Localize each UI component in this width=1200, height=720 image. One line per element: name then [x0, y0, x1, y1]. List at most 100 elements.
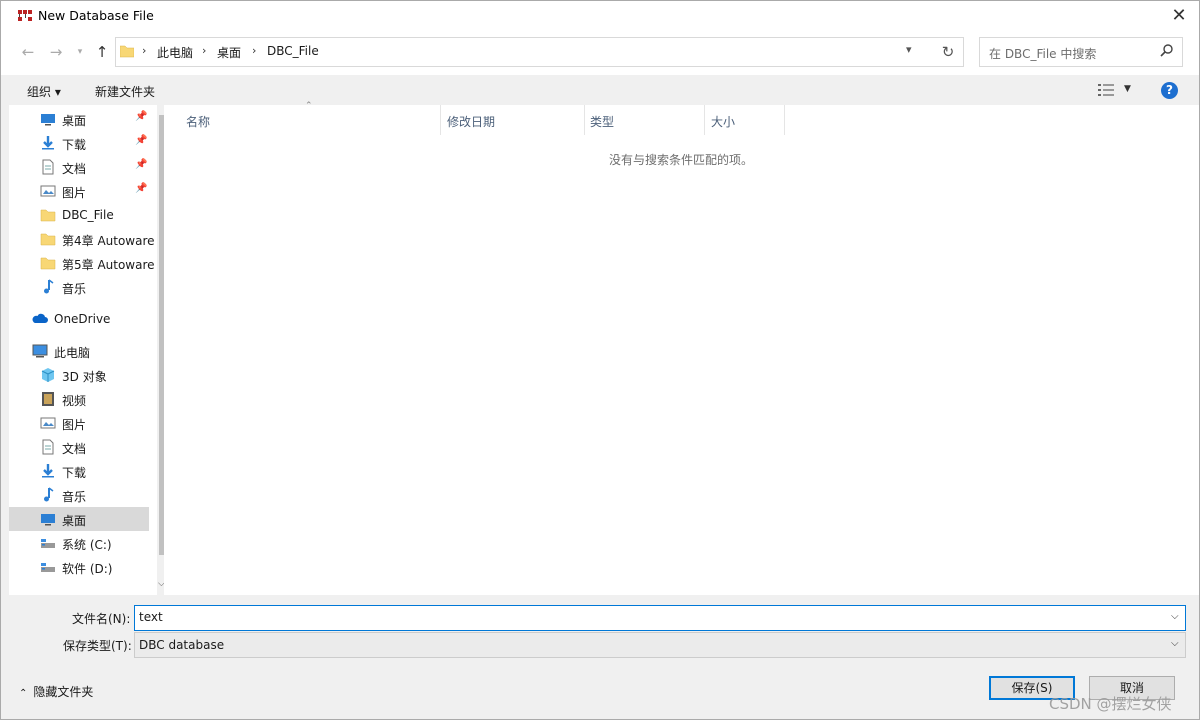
column-divider[interactable] [440, 105, 441, 135]
cube-icon [41, 368, 55, 382]
file-list-pane: ⌃ 名称 修改日期 类型 大小 没有与搜索条件匹配的项。 [164, 101, 1199, 595]
chevron-down-icon[interactable]: ⌵ [1171, 638, 1179, 649]
sidebar-item[interactable]: 此电脑 [9, 339, 149, 363]
up-arrow-icon[interactable]: ↑ [91, 41, 113, 63]
desktop-icon [41, 114, 55, 126]
window-title: New Database File [38, 8, 154, 23]
sidebar-item[interactable]: OneDrive [9, 307, 149, 331]
picture-icon [40, 185, 56, 197]
sidebar-item[interactable]: 下载 📌 [9, 131, 149, 155]
filename-value[interactable]: text [139, 610, 163, 624]
save-dialog-window: New Database File ✕ ← → ▾ ↑ › 此电脑 › 桌面 ›… [0, 0, 1200, 720]
sidebar-item[interactable]: 3D 对象 [9, 363, 149, 387]
sidebar-item[interactable]: 桌面 [9, 507, 149, 531]
sidebar-item[interactable]: DBC_File [9, 203, 149, 227]
sidebar-item-label: 桌面 [62, 114, 87, 128]
sidebar-item-label: 第5章 Autoware [62, 258, 155, 272]
sidebar-item[interactable]: 系统 (C:) [9, 531, 149, 555]
sidebar-item[interactable]: 图片 📌 [9, 179, 149, 203]
filetype-select[interactable]: DBC database ⌵ [134, 632, 1186, 658]
empty-state-message: 没有与搜索条件匹配的项。 [609, 153, 754, 167]
sidebar-item[interactable]: 文档 📌 [9, 155, 149, 179]
chevron-down-icon[interactable]: ⌵ [1171, 611, 1179, 622]
hide-folders-label: 隐藏文件夹 [33, 685, 94, 699]
computer-icon [32, 344, 48, 358]
sidebar-item[interactable]: 图片 [9, 411, 149, 435]
help-icon[interactable]: ? [1161, 82, 1178, 99]
sidebar-item[interactable]: 视频 [9, 387, 149, 411]
search-input[interactable]: 在 DBC_File 中搜索 [979, 37, 1183, 67]
view-options-icon[interactable] [1098, 83, 1116, 97]
breadcrumb-dbc-file[interactable]: DBC_File [267, 44, 319, 58]
column-divider[interactable] [784, 105, 785, 135]
sidebar-item[interactable]: 软件 (D:) [9, 555, 149, 579]
folder-icon [120, 45, 134, 58]
folder-icon [40, 209, 56, 222]
download-icon [42, 464, 54, 478]
sidebar-item-label: OneDrive [54, 312, 111, 326]
filetype-value: DBC database [139, 638, 225, 652]
sidebar-item-label: 此电脑 [54, 346, 91, 360]
sidebar-item-label: 下载 [62, 466, 87, 480]
sidebar-item-label: 下载 [62, 138, 87, 152]
sidebar-item[interactable]: 桌面 📌 [9, 107, 149, 131]
sort-ascending-icon: ⌃ [305, 101, 313, 111]
recent-locations-chevron-icon[interactable]: ▾ [69, 41, 91, 63]
document-icon [42, 159, 54, 175]
command-toolbar: 组织 ▾ 新建文件夹 ▼ ? [1, 75, 1199, 105]
music-icon [44, 279, 54, 294]
drive-icon [41, 539, 55, 548]
chevron-down-icon[interactable]: ▼ [1124, 84, 1131, 94]
search-icon[interactable] [1160, 43, 1174, 59]
chevron-up-icon: ⌃ [19, 688, 28, 699]
column-divider[interactable] [704, 105, 705, 135]
close-button[interactable]: ✕ [1159, 1, 1199, 31]
picture-icon [40, 417, 56, 429]
drive-icon [41, 563, 55, 572]
pin-icon: 📌 [135, 159, 148, 170]
refresh-icon[interactable]: ↻ [933, 37, 964, 67]
folder-icon [40, 257, 56, 270]
filename-input[interactable]: text ⌵ [134, 605, 1186, 631]
sidebar-item[interactable]: 下载 [9, 459, 149, 483]
sidebar-item[interactable]: 第5章 Autoware [9, 251, 155, 275]
column-header-type[interactable]: 类型 [590, 113, 614, 135]
sidebar-item-label: 文档 [62, 442, 87, 456]
new-folder-button[interactable]: 新建文件夹 [95, 83, 155, 100]
sidebar-item-label: 软件 (D:) [62, 562, 113, 576]
navigation-bar: ← → ▾ ↑ › 此电脑 › 桌面 › DBC_File ▾ ↻ 在 DBC_… [1, 31, 1199, 75]
pin-icon: 📌 [135, 135, 148, 146]
sidebar-item[interactable]: 音乐 [9, 483, 149, 507]
filetype-label: 保存类型(T): [63, 639, 132, 653]
cloud-icon [32, 313, 48, 323]
filename-label: 文件名(N): [72, 612, 131, 626]
pin-icon: 📌 [135, 183, 148, 194]
hide-folders-toggle[interactable]: ⌃ 隐藏文件夹 [19, 683, 93, 700]
breadcrumb-this-pc[interactable]: 此电脑 [157, 44, 193, 61]
sidebar-item[interactable]: 第4章 Autoware [9, 227, 155, 251]
chevron-right-icon: › [142, 44, 147, 57]
forward-arrow-icon[interactable]: → [45, 41, 67, 63]
sidebar-item-label: 图片 [62, 418, 87, 432]
sidebar-item-label: 音乐 [62, 490, 87, 504]
sidebar-item[interactable]: 文档 [9, 435, 149, 459]
chevron-down-icon[interactable]: ▾ [906, 43, 912, 56]
sidebar-item-label: 音乐 [62, 282, 87, 296]
sidebar-item[interactable]: 音乐 [9, 275, 149, 299]
music-icon [44, 487, 54, 502]
watermark-text: CSDN @摆烂女侠 [1049, 695, 1172, 713]
sidebar-item-label: 第4章 Autoware [62, 234, 155, 248]
column-header-name[interactable]: 名称 [186, 113, 210, 135]
video-icon [42, 392, 54, 406]
sidebar-item-label: 文档 [62, 162, 87, 176]
chevron-right-icon: › [202, 44, 207, 57]
navigation-pane: 桌面 📌 下载 📌 文档 📌 图片 📌 DBC_File 第4章 Autoware 第5章 Auto… [9, 105, 164, 595]
column-divider[interactable] [584, 105, 585, 135]
column-header-size[interactable]: 大小 [711, 113, 735, 135]
breadcrumb-desktop[interactable]: 桌面 [217, 44, 241, 61]
back-arrow-icon[interactable]: ← [17, 41, 39, 63]
organize-menu-button[interactable]: 组织 ▾ [27, 83, 61, 100]
document-icon [42, 439, 54, 455]
address-bar[interactable]: › 此电脑 › 桌面 › DBC_File ▾ [115, 37, 935, 67]
column-header-date-modified[interactable]: 修改日期 [447, 113, 495, 135]
